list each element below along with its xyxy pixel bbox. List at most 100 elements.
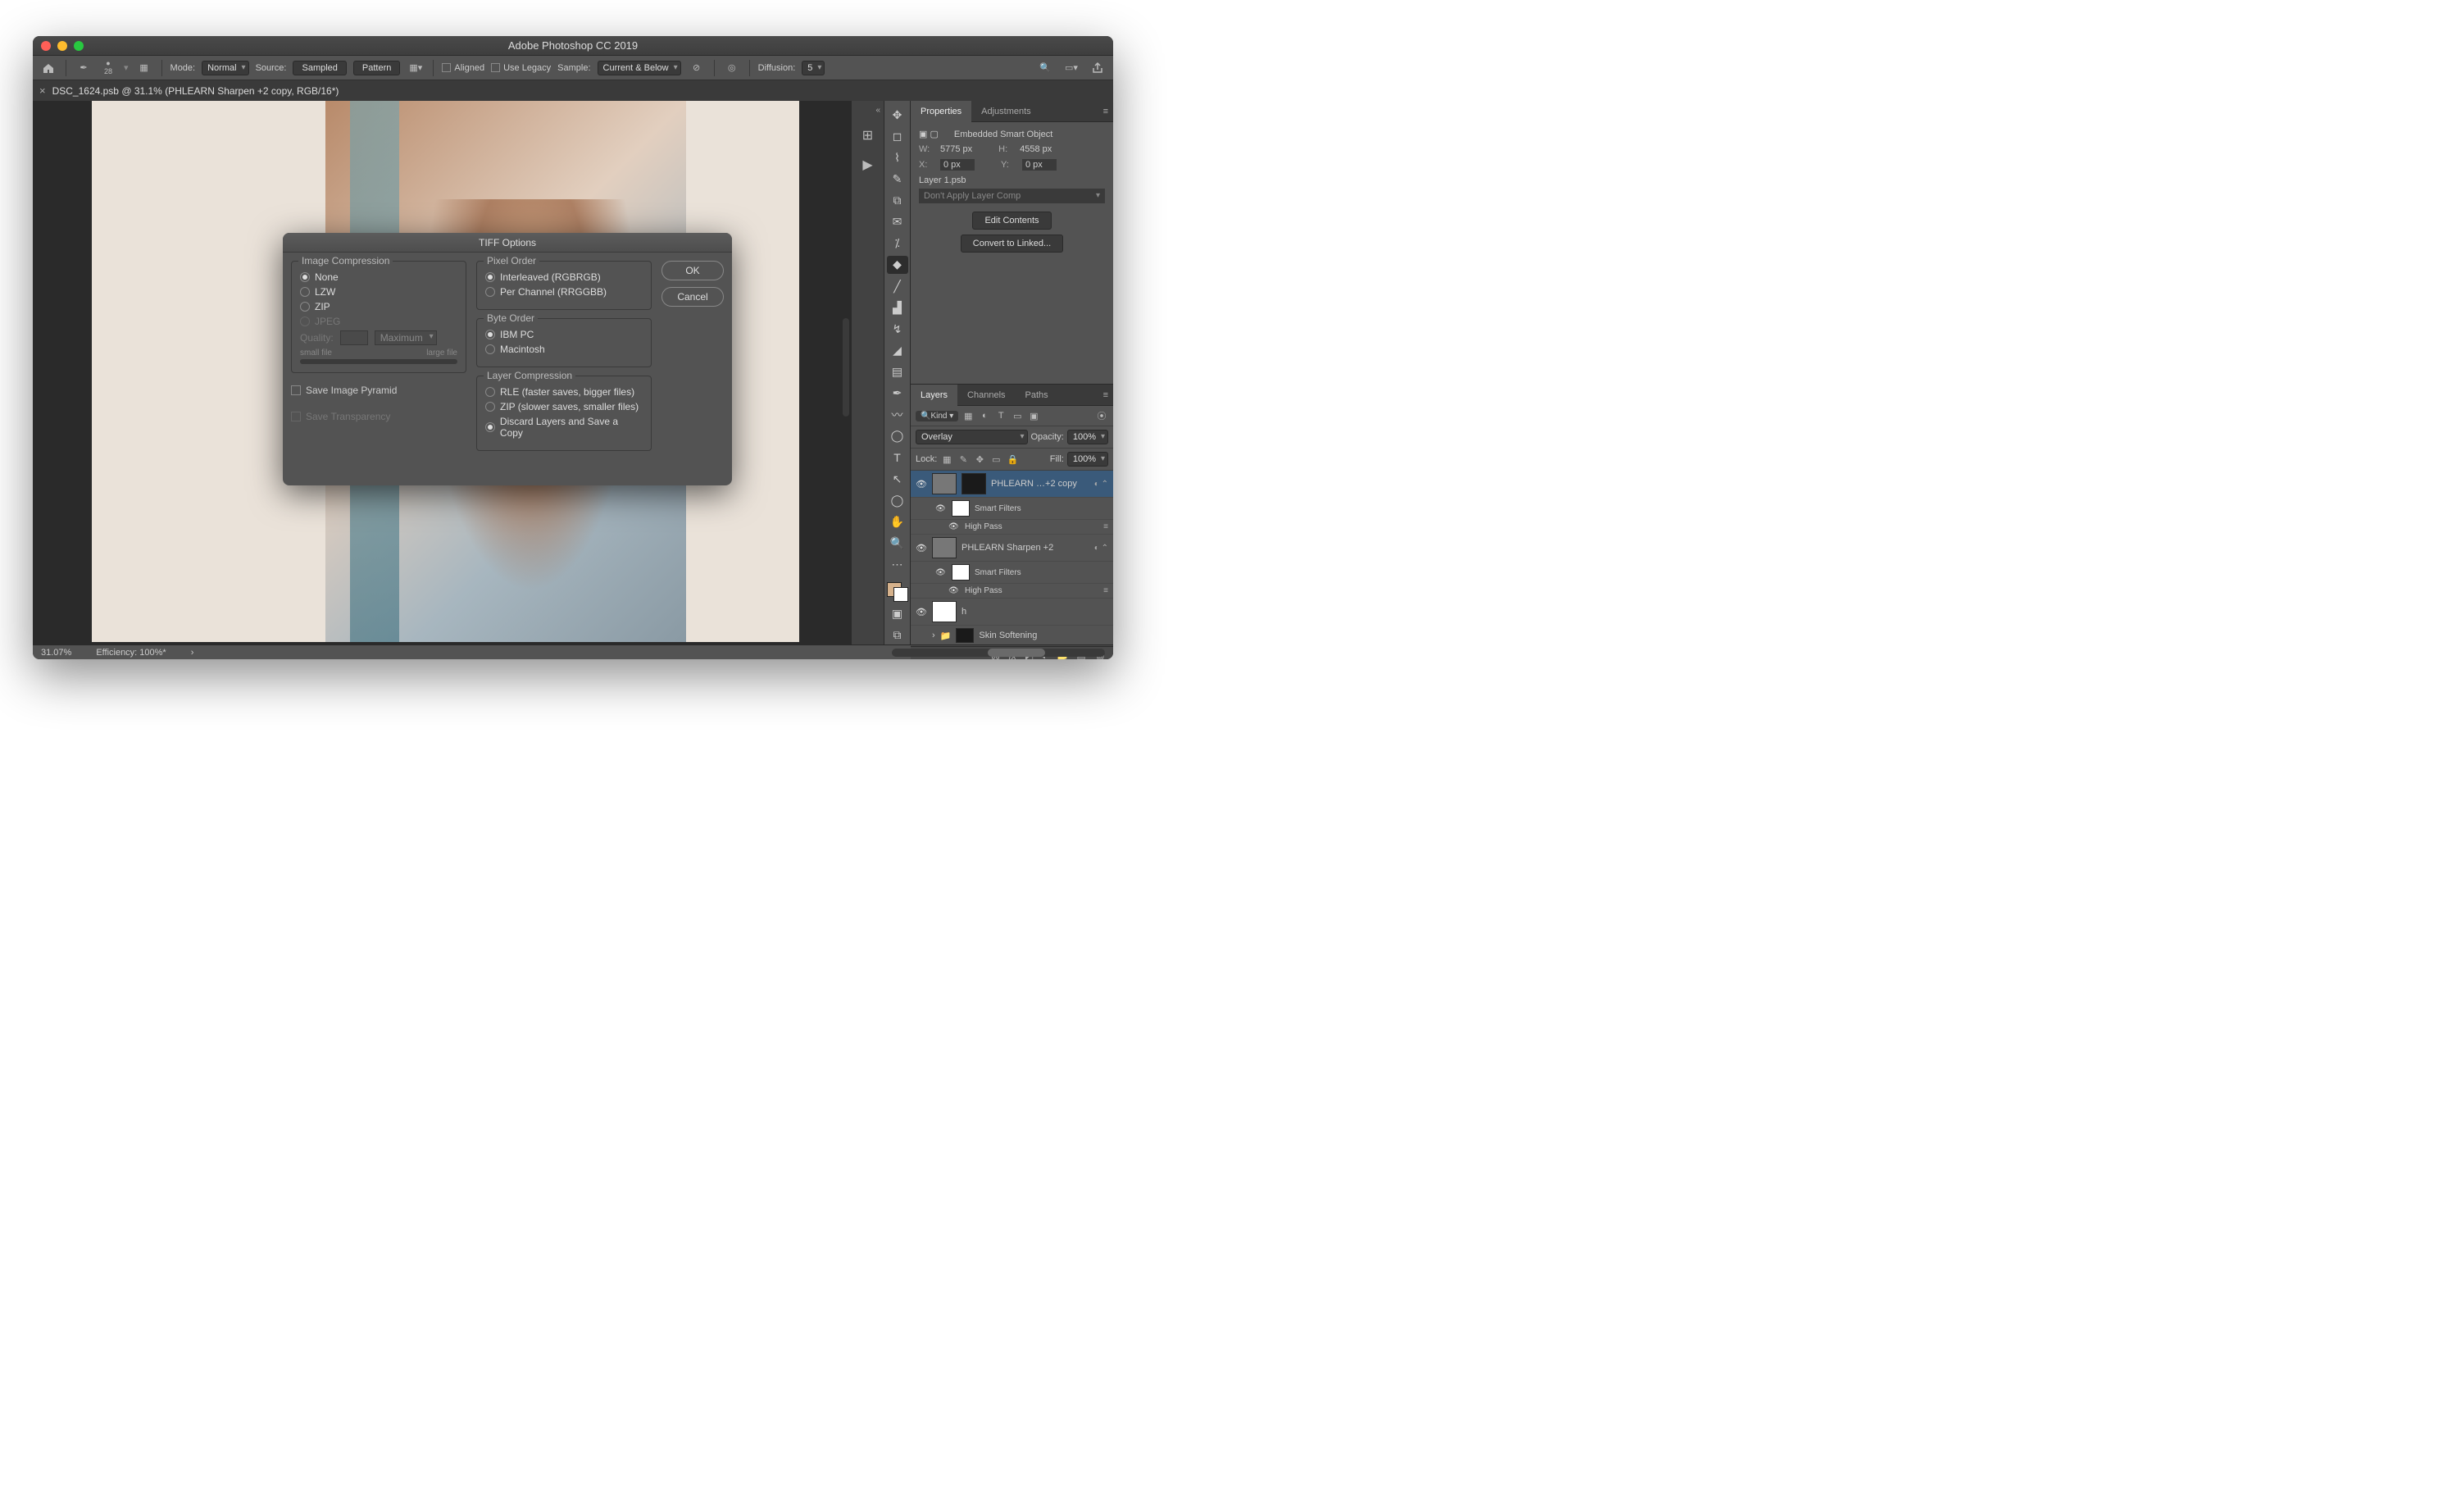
lock-pos-icon[interactable]: ✥ [973, 453, 986, 466]
save-image-pyramid-checkbox[interactable]: Save Image Pyramid [291, 385, 466, 396]
lock-paint-icon[interactable]: ✎ [957, 453, 970, 466]
dodge-tool-icon[interactable]: ◯ [887, 427, 908, 445]
diffusion-dropdown[interactable]: 5 [802, 61, 825, 75]
brush-tool-icon[interactable]: ✎ [887, 170, 908, 188]
panel-menu-icon[interactable]: ≡ [1103, 107, 1108, 116]
lock-artboard-icon[interactable]: ▭ [989, 453, 1002, 466]
hand-tool-icon[interactable]: ✋ [887, 512, 908, 531]
lock-trans-icon[interactable]: ▦ [940, 453, 953, 466]
tab-properties[interactable]: Properties [911, 101, 971, 122]
filter-type-icon[interactable]: T [994, 409, 1007, 422]
visibility-icon[interactable]: 👁 [948, 586, 960, 595]
compression-lzw-radio[interactable]: LZW [300, 286, 457, 298]
filter-shape-icon[interactable]: ▭ [1011, 409, 1024, 422]
status-chevron-icon[interactable]: › [191, 648, 194, 658]
opacity-dropdown[interactable]: 100% [1067, 430, 1108, 444]
convert-to-linked-button[interactable]: Convert to Linked... [961, 235, 1063, 253]
layer-row[interactable]: 👁 Smart Filters [911, 562, 1113, 584]
pixel-interleaved-radio[interactable]: Interleaved (RGBRGB) [485, 271, 643, 283]
visibility-icon[interactable]: 👁 [948, 522, 960, 531]
more-tools-icon[interactable]: ⋯ [887, 556, 908, 574]
blend-mode-dropdown-layers[interactable]: Overlay [916, 430, 1028, 444]
visibility-icon[interactable]: 👁 [916, 479, 927, 490]
filter-toggle-icon[interactable]: ⦿ [1095, 409, 1108, 422]
ok-button[interactable]: OK [661, 261, 724, 280]
layer-filter-dropdown[interactable]: 🔍Kind ▾ [916, 411, 958, 421]
pencil-tool-icon[interactable]: ╱ [887, 277, 908, 295]
layer-row[interactable]: 👁 Smart Filters [911, 498, 1113, 520]
compression-zip-radio[interactable]: ZIP [300, 301, 457, 312]
envelope-tool-icon[interactable]: ✉ [887, 213, 908, 231]
horizontal-scrollbar[interactable] [892, 649, 1105, 657]
screenmode-icon[interactable]: ⧉ [887, 626, 908, 644]
layer-name[interactable]: PHLEARN Sharpen +2 [962, 543, 1089, 553]
marquee-tool-icon[interactable]: ◻ [887, 127, 908, 145]
aligned-checkbox[interactable]: Aligned [442, 63, 484, 73]
healing-tool-icon[interactable]: ◆ [887, 256, 908, 274]
minimize-window[interactable] [57, 41, 67, 51]
fill-dropdown[interactable]: 100% [1067, 452, 1108, 467]
tab-adjustments[interactable]: Adjustments [971, 101, 1041, 122]
gradient-tool-icon[interactable]: ▤ [887, 363, 908, 381]
expand-dock-icon[interactable]: « [875, 106, 880, 115]
visibility-icon[interactable]: 👁 [935, 568, 947, 577]
layer-fx-chevron-icon[interactable]: ◐ ⌃ [1094, 480, 1108, 489]
legacy-checkbox[interactable]: Use Legacy [491, 63, 551, 73]
brush-preset-picker[interactable]: ●28 [99, 59, 117, 77]
layer-row[interactable]: 👁 PHLEARN …+2 copy ◐ ⌃ [911, 471, 1113, 498]
x-input[interactable]: 0 px [940, 159, 975, 171]
ignore-adjustment-icon[interactable]: ⊘ [688, 59, 706, 77]
layer-row[interactable]: 👁 High Pass ≡ [911, 520, 1113, 535]
layer-row[interactable]: 👁 › 📁 Skin Softening [911, 626, 1113, 646]
lock-all-icon[interactable]: 🔒 [1006, 453, 1019, 466]
tab-paths[interactable]: Paths [1016, 385, 1058, 406]
panel-play-icon[interactable]: ▶ [859, 156, 877, 174]
home-icon[interactable] [39, 59, 57, 77]
document-tab[interactable]: DSC_1624.psb @ 31.1% (PHLEARN Sharpen +2… [52, 85, 339, 97]
path-select-tool-icon[interactable]: ↖ [887, 470, 908, 488]
vertical-scrollbar[interactable] [843, 318, 849, 417]
efficiency-readout[interactable]: Efficiency: 100%* [96, 648, 166, 658]
layers-menu-icon[interactable]: ≡ [1103, 390, 1108, 400]
zoom-window[interactable] [74, 41, 84, 51]
layer-comp-dropdown[interactable]: Don't Apply Layer Comp [919, 189, 1105, 203]
history-brush-tool-icon[interactable]: ↯ [887, 320, 908, 338]
visibility-icon[interactable]: 👁 [916, 543, 927, 553]
layer-discard-radio[interactable]: Discard Layers and Save a Copy [485, 416, 643, 439]
zoom-tool-icon[interactable]: 🔍 [887, 535, 908, 553]
filter-pixel-icon[interactable]: ▦ [962, 409, 975, 422]
compression-none-radio[interactable]: None [300, 271, 457, 283]
layer-fx-chevron-icon[interactable]: ◐ ⌃ [1094, 544, 1108, 553]
layer-rle-radio[interactable]: RLE (faster saves, bigger files) [485, 386, 643, 398]
pattern-picker[interactable]: ▦▾ [407, 59, 425, 77]
edit-contents-button[interactable]: Edit Contents [972, 212, 1051, 230]
filter-smart-icon[interactable]: ▣ [1027, 409, 1040, 422]
filter-adjust-icon[interactable]: ◐ [978, 409, 991, 422]
toggle-brush-panel-icon[interactable]: ▦ [135, 59, 153, 77]
type-tool-icon[interactable]: T [887, 449, 908, 467]
layer-row[interactable]: 👁 PHLEARN Sharpen +2 ◐ ⌃ [911, 535, 1113, 562]
layer-zip-radio[interactable]: ZIP (slower saves, smaller files) [485, 401, 643, 412]
tab-layers[interactable]: Layers [911, 385, 957, 406]
quickmask-icon[interactable]: ▣ [887, 605, 908, 623]
filter-blend-icon[interactable]: ≡ [1103, 586, 1108, 595]
layer-name[interactable]: PHLEARN …+2 copy [991, 479, 1089, 489]
color-swatches[interactable] [887, 582, 908, 602]
visibility-icon[interactable]: 👁 [916, 607, 927, 617]
stamp-tool-icon[interactable]: ▟ [887, 298, 908, 317]
zoom-level[interactable]: 31.07% [41, 648, 71, 658]
pixel-per-channel-radio[interactable]: Per Channel (RRGGBB) [485, 286, 643, 298]
crop-tool-icon[interactable]: ⧉ [887, 192, 908, 210]
layer-name[interactable]: Skin Softening [979, 631, 1108, 640]
layer-row[interactable]: 👁 High Pass ≡ [911, 584, 1113, 599]
layer-row[interactable]: 👁 h [911, 599, 1113, 626]
sample-dropdown[interactable]: Current & Below [598, 61, 681, 75]
blend-mode-dropdown[interactable]: Normal [202, 61, 248, 75]
filter-blend-icon[interactable]: ≡ [1103, 522, 1108, 531]
close-tab-icon[interactable]: × [39, 84, 46, 97]
panel-icon-1[interactable]: ⊞ [859, 126, 877, 144]
share-icon[interactable] [1089, 59, 1107, 77]
byte-ibm-radio[interactable]: IBM PC [485, 329, 643, 340]
y-input[interactable]: 0 px [1022, 159, 1057, 171]
source-sampled-button[interactable]: Sampled [293, 61, 346, 75]
